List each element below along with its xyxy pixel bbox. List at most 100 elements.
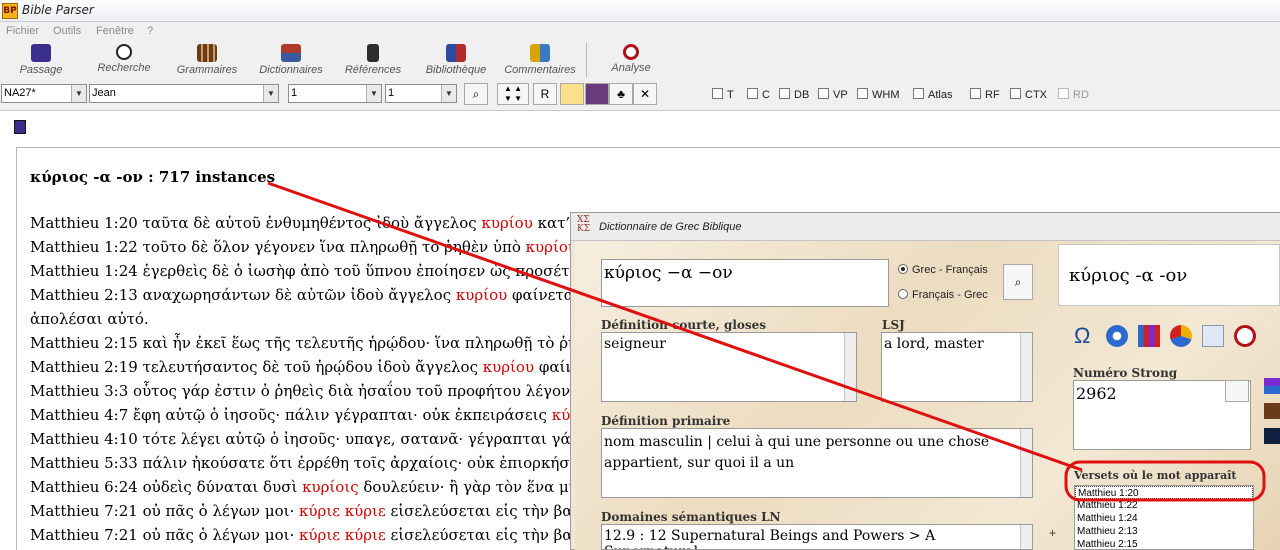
checkbox-box[interactable] bbox=[712, 88, 723, 99]
dictionary-search-button[interactable]: ⌕ bbox=[1003, 264, 1033, 300]
arrow-down-icon[interactable]: ▼ ▼ bbox=[504, 94, 522, 103]
menu-fichier[interactable]: Fichier bbox=[6, 25, 39, 37]
scrollbar[interactable] bbox=[1020, 429, 1032, 497]
primary-def-field[interactable]: nom masculin | celui à qui une personne … bbox=[601, 428, 1033, 498]
speaker-icon[interactable] bbox=[1225, 380, 1249, 402]
checkbox-ctx[interactable]: CTX bbox=[1010, 88, 1047, 101]
menu-outils[interactable]: Outils bbox=[53, 25, 81, 37]
commentaires-button[interactable]: Commentaires bbox=[500, 42, 580, 80]
short-def-field[interactable]: seigneur bbox=[601, 332, 857, 402]
scrollbar[interactable] bbox=[1020, 525, 1032, 549]
r-button[interactable]: R bbox=[533, 83, 557, 105]
checkbox-rd[interactable]: RD bbox=[1058, 88, 1089, 101]
checkbox-box[interactable] bbox=[779, 88, 790, 99]
verse-line[interactable]: Matthieu 2:19 τελευτήσαντος δὲ τοῦ ἡρῴδο… bbox=[30, 358, 607, 376]
verse-line[interactable]: Matthieu 2:15 καὶ ἦν ἐκεῖ ἕως τῆς τελευτ… bbox=[30, 334, 603, 352]
verse-line[interactable]: Matthieu 5:33 πάλιν ἠκούσατε ὅτι ἐρρέθη … bbox=[30, 454, 630, 472]
checkbox-atlas[interactable]: Atlas bbox=[913, 88, 952, 101]
grammaires-button[interactable]: Grammaires bbox=[174, 42, 240, 80]
strong-number: 2962 bbox=[1076, 384, 1117, 403]
checkbox-whm[interactable]: WHM bbox=[857, 88, 900, 101]
greek-search-input[interactable]: κύριος −α −ον bbox=[601, 259, 889, 307]
list-item[interactable]: Matthieu 2:15 bbox=[1075, 538, 1253, 550]
verse-line[interactable]: ἀπολέσαι αὐτό. bbox=[30, 310, 149, 328]
side-book-icon[interactable] bbox=[1264, 378, 1280, 394]
analyse-button[interactable]: Analyse bbox=[606, 42, 656, 80]
recherche-button[interactable]: Recherche bbox=[94, 42, 154, 80]
verse-stepper[interactable]: ▲ ▲ ▼ ▼ bbox=[497, 83, 529, 105]
passage-selector-bar: NA27* ▼ Jean ▼ 1 ▼ 1 ▼ ⌕ ▲ ▲ ▼ ▼ R ♣ ✕ T… bbox=[0, 82, 1280, 106]
verse-select[interactable]: 1 ▼ bbox=[385, 84, 457, 103]
menu-help[interactable]: ? bbox=[147, 25, 153, 37]
references-button[interactable]: Références bbox=[342, 42, 404, 80]
checkbox-box[interactable] bbox=[1010, 88, 1021, 99]
books-stack-icon[interactable] bbox=[585, 83, 609, 105]
verse-line[interactable]: Matthieu 1:22 τοῦτο δὲ ὅλον γέγονεν ἵνα … bbox=[30, 238, 607, 256]
chevron-down-icon[interactable]: ▼ bbox=[71, 85, 86, 102]
verse-line[interactable]: Matthieu 2:13 αναχωρησάντων δὲ αὐτῶν ἰδο… bbox=[30, 286, 617, 304]
verse-occurrence-list[interactable]: Matthieu 1:20 Matthieu 1:22 Matthieu 1:2… bbox=[1074, 485, 1254, 550]
checkbox-t[interactable]: T bbox=[712, 88, 734, 101]
text-view-icon[interactable] bbox=[560, 83, 584, 105]
globe-icon[interactable] bbox=[1106, 325, 1128, 347]
verse-line[interactable]: Matthieu 1:20 ταῦτα δὲ αὐτοῦ ἐνθυμηθέντο… bbox=[30, 214, 612, 232]
expand-plus-button[interactable]: + bbox=[1049, 526, 1056, 540]
go-search-button[interactable]: ⌕ bbox=[464, 83, 488, 105]
ln-domains-field[interactable]: 12.9 : 12 Supernatural Beings and Powers… bbox=[601, 524, 1033, 550]
bibliotheque-button[interactable]: Bibliothèque bbox=[420, 42, 492, 80]
checkbox-vp[interactable]: VP bbox=[818, 88, 848, 101]
verse-line[interactable]: Matthieu 3:3 οὗτος γάρ ἐστιν ὁ ῥηθεὶς δι… bbox=[30, 382, 601, 400]
list-item[interactable]: Matthieu 2:13 bbox=[1075, 525, 1253, 538]
scrollbar[interactable] bbox=[844, 333, 856, 401]
verse-highlight: κυρίου bbox=[482, 358, 535, 376]
checkbox-box[interactable] bbox=[857, 88, 868, 99]
verse-reference: Matthieu 4:10 bbox=[30, 430, 138, 448]
lsj-field[interactable]: a lord, master bbox=[881, 332, 1033, 402]
list-item[interactable]: Matthieu 1:20 bbox=[1075, 486, 1253, 499]
radio-french-greek[interactable]: Français - Grec bbox=[898, 289, 988, 301]
checkbox-box[interactable] bbox=[1058, 88, 1069, 99]
checkbox-db[interactable]: DB bbox=[779, 88, 809, 101]
verse-line[interactable]: Matthieu 4:7 ἔφη αὐτῷ ὁ ἰησοῦς· πάλιν γέ… bbox=[30, 406, 603, 424]
version-select[interactable]: NA27* ▼ bbox=[1, 84, 87, 103]
passage-button[interactable]: Passage bbox=[14, 42, 68, 80]
checkbox-box[interactable] bbox=[913, 88, 924, 99]
verse-line[interactable]: Matthieu 1:24 ἐγερθεὶς δὲ ὁ ἰωσὴφ ἀπὸ το… bbox=[30, 262, 605, 280]
menu-fenetre[interactable]: Fenêtre bbox=[96, 25, 134, 37]
chevron-down-icon[interactable]: ▼ bbox=[263, 85, 278, 102]
analysis-icon bbox=[623, 44, 639, 60]
radio-dot[interactable] bbox=[898, 264, 908, 274]
dictionnaires-button[interactable]: Dictionnaires bbox=[254, 42, 328, 80]
tree-icon[interactable]: ♣ bbox=[609, 83, 633, 105]
arrow-up-icon[interactable]: ▲ ▲ bbox=[504, 84, 522, 93]
verse-reference: Matthieu 1:24 bbox=[30, 262, 138, 280]
bar-chart-icon[interactable] bbox=[1138, 325, 1160, 347]
list-item[interactable]: Matthieu 1:24 bbox=[1075, 512, 1253, 525]
side-book-icon[interactable] bbox=[1264, 428, 1280, 444]
checkbox-rf[interactable]: RF bbox=[970, 88, 1000, 101]
book-select[interactable]: Jean ▼ bbox=[89, 84, 279, 103]
omega-icon[interactable]: Ω bbox=[1074, 325, 1096, 347]
checkbox-box[interactable] bbox=[818, 88, 829, 99]
verse-line[interactable]: Matthieu 7:21 οὐ πᾶς ὁ λέγων μοι· κύριε … bbox=[30, 502, 622, 520]
side-book-icon[interactable] bbox=[1264, 403, 1280, 419]
scrollbar[interactable] bbox=[1020, 333, 1032, 401]
verse-line[interactable]: Matthieu 6:24 οὐδεὶς δύναται δυσὶ κυρίοι… bbox=[30, 478, 618, 496]
tools-icon[interactable]: ✕ bbox=[633, 83, 657, 105]
library-icon bbox=[446, 44, 466, 62]
chapter-select[interactable]: 1 ▼ bbox=[288, 84, 382, 103]
radio-dot[interactable] bbox=[898, 289, 908, 299]
checkbox-box[interactable] bbox=[970, 88, 981, 99]
radio-greek-french[interactable]: Grec - Français bbox=[898, 264, 988, 276]
zoom-icon[interactable] bbox=[1202, 325, 1224, 347]
list-item[interactable]: Matthieu 1:22 bbox=[1075, 499, 1253, 512]
analysis-icon[interactable] bbox=[1234, 325, 1256, 347]
verse-line[interactable]: Matthieu 7:21 οὐ πᾶς ὁ λέγων μοι· κύριε … bbox=[30, 526, 622, 544]
checkbox-c[interactable]: C bbox=[747, 88, 770, 101]
verse-line[interactable]: Matthieu 4:10 τότε λέγει αὐτῷ ὁ ἰησοῦς· … bbox=[30, 430, 584, 448]
chevron-down-icon[interactable]: ▼ bbox=[441, 85, 456, 102]
pie-chart-icon[interactable] bbox=[1170, 325, 1192, 347]
checkbox-box[interactable] bbox=[747, 88, 758, 99]
chevron-down-icon[interactable]: ▼ bbox=[366, 85, 381, 102]
child-window-icon[interactable] bbox=[14, 120, 26, 134]
